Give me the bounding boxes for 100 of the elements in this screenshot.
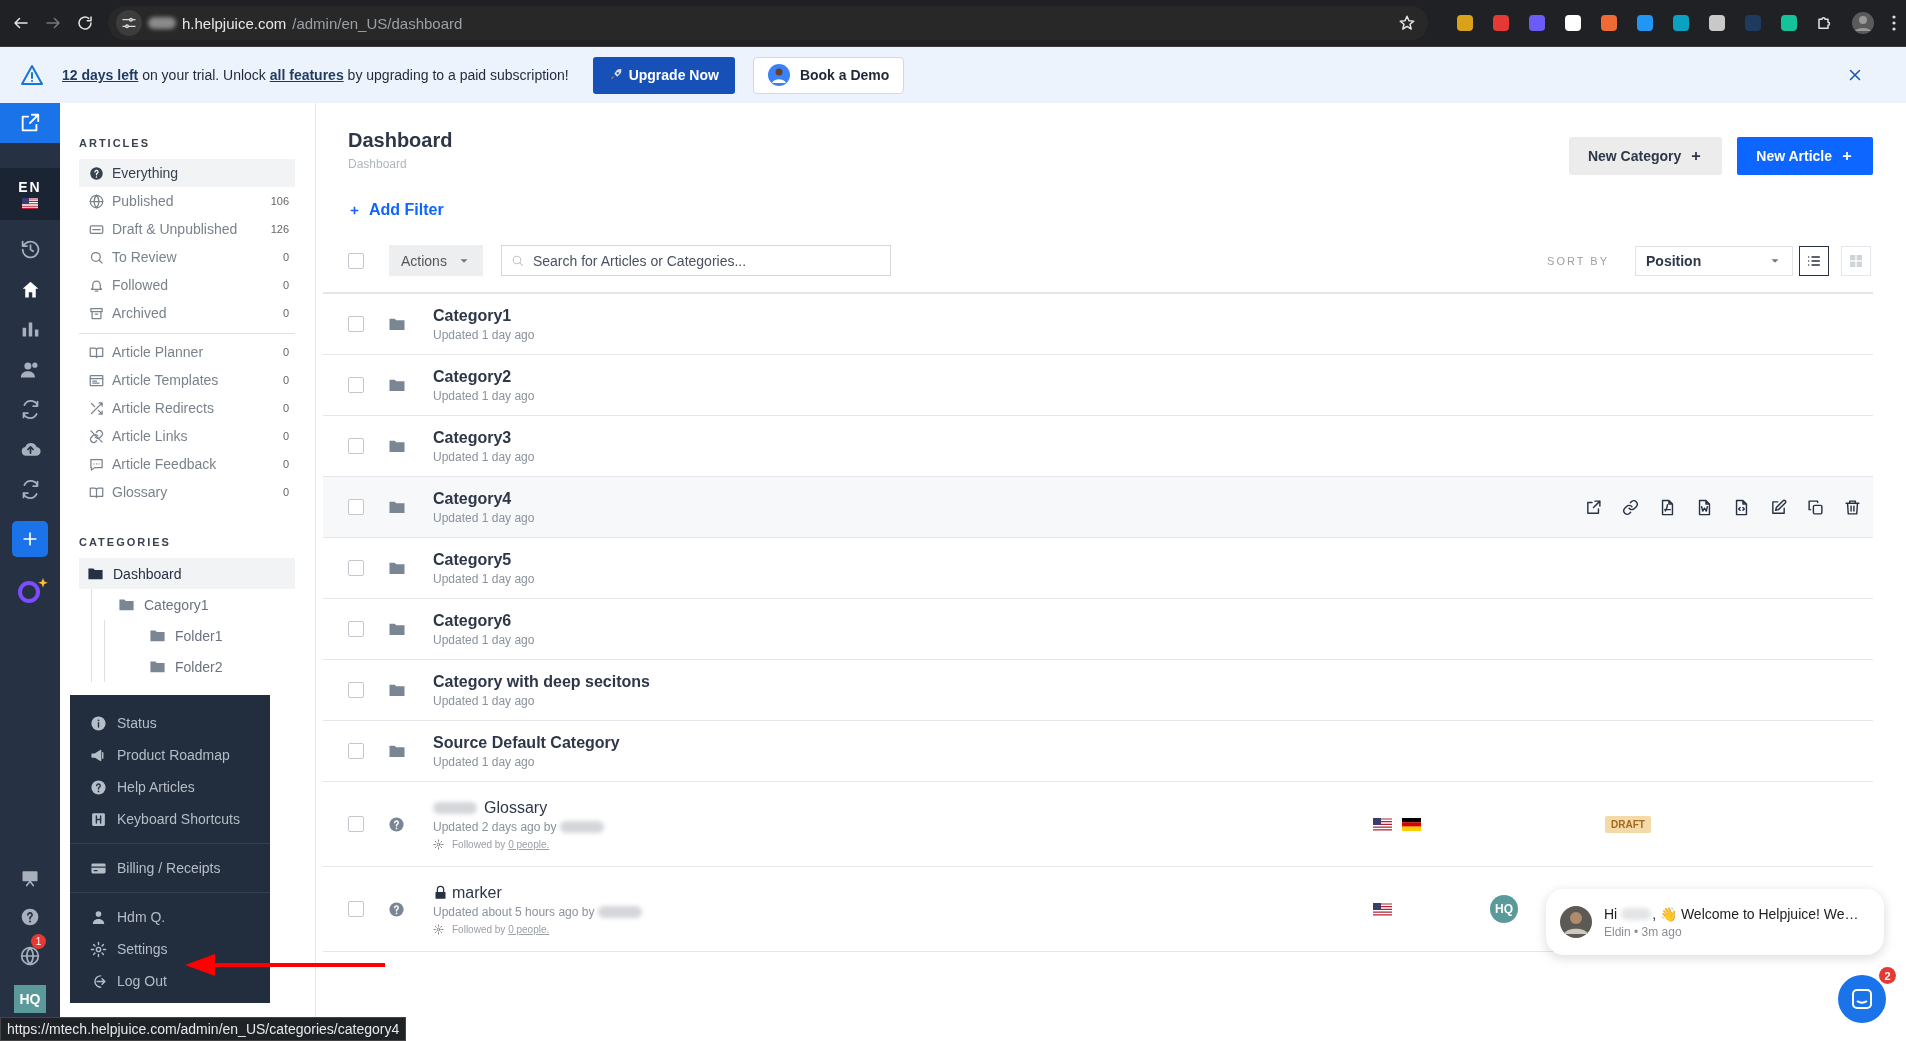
help-icon[interactable]: [20, 907, 40, 927]
menu-item[interactable]: Keyboard Shortcuts: [70, 803, 270, 835]
row-checkbox[interactable]: [348, 377, 364, 393]
add-filter-button[interactable]: Add Filter: [348, 201, 444, 219]
new-article-button[interactable]: New Article: [1737, 137, 1873, 175]
category-title-link[interactable]: Category4: [433, 489, 512, 508]
ai-assistant-icon[interactable]: [16, 576, 50, 606]
sidebar-item[interactable]: Published 106: [79, 187, 295, 215]
category-tree-item[interactable]: Folder1: [105, 620, 295, 651]
menu-item[interactable]: Log Out: [70, 965, 270, 997]
search-icon: [89, 249, 104, 265]
globe-icon: [89, 193, 104, 209]
new-category-button[interactable]: New Category: [1568, 137, 1723, 175]
chat-message-preview[interactable]: Hi , 👋 Welcome to Helpjuice! We… Eldin • 3m ago: [1546, 889, 1884, 955]
extension-icon[interactable]: [1708, 14, 1726, 32]
actions-dropdown[interactable]: Actions: [389, 245, 483, 276]
category-title-link[interactable]: Category5: [433, 550, 512, 569]
row-checkbox[interactable]: [348, 316, 364, 332]
row-checkbox[interactable]: [348, 499, 364, 515]
row-checkbox[interactable]: [348, 743, 364, 759]
link-preview-url: https://mtech.helpjuice.com/admin/en_US/categories/category4: [0, 1017, 407, 1041]
sidebar-item[interactable]: Article Templates 0: [79, 366, 295, 394]
menu-item[interactable]: Settings: [70, 933, 270, 965]
code-file-icon[interactable]: [1733, 498, 1750, 516]
sort-dropdown[interactable]: Position: [1635, 245, 1793, 276]
upgrade-now-button[interactable]: Upgrade Now: [592, 56, 735, 94]
bookmark-star-icon[interactable]: [1398, 14, 1416, 32]
us-flag-icon: [22, 198, 38, 209]
link-icon[interactable]: [1622, 498, 1639, 516]
category-title-link[interactable]: Category1: [433, 306, 512, 325]
question-icon: [89, 165, 104, 181]
category-tree-item[interactable]: Folder2: [105, 651, 295, 682]
row-checkbox[interactable]: [348, 901, 364, 917]
globe-icon[interactable]: [20, 946, 40, 966]
category-tree-item[interactable]: Category1: [92, 589, 295, 620]
history-icon[interactable]: [19, 239, 41, 260]
sidebar-item[interactable]: Everything: [79, 159, 295, 187]
sidebar-item[interactable]: Draft & Unpublished 126: [79, 215, 295, 243]
row-checkbox[interactable]: [348, 682, 364, 698]
extension-icon[interactable]: [1456, 14, 1474, 32]
keyboard-icon: [90, 810, 107, 828]
trash-icon[interactable]: [1844, 498, 1861, 516]
more-menu-icon[interactable]: [1892, 15, 1896, 31]
row-checkbox[interactable]: [348, 621, 364, 637]
copy-icon[interactable]: [1807, 498, 1824, 516]
select-all-checkbox[interactable]: [348, 252, 364, 269]
item-count: 126: [270, 223, 289, 235]
chat-message: , 👋 Welcome to Helpjuice! We…: [1652, 905, 1859, 922]
add-button[interactable]: [12, 521, 48, 557]
sidebar-item[interactable]: Article Planner 0: [79, 338, 295, 366]
unread-badge: 2: [1879, 967, 1896, 984]
edit-icon[interactable]: [1770, 498, 1787, 516]
all-features-link[interactable]: all features: [269, 67, 344, 83]
external-link-icon[interactable]: [1585, 498, 1602, 516]
book-icon: [89, 484, 104, 500]
sidebar-item[interactable]: Article Redirects 0: [79, 394, 295, 422]
book-a-demo-button[interactable]: Book a Demo: [752, 56, 905, 94]
notification-badge: 1: [31, 934, 46, 949]
menu-item[interactable]: Hdm Q.: [70, 901, 270, 933]
sidebar-item[interactable]: Archived 0: [79, 299, 295, 327]
row-checkbox[interactable]: [348, 438, 364, 454]
row-checkbox[interactable]: [348, 816, 364, 832]
article-title-link[interactable]: Glossary: [484, 798, 548, 817]
category-title-link[interactable]: Category with deep secitons: [433, 672, 650, 691]
comment-icon: [89, 456, 104, 472]
days-left-link[interactable]: 12 days left: [62, 67, 139, 83]
document-file-icon[interactable]: [1696, 498, 1713, 516]
person-avatar: [767, 64, 790, 86]
sidebar-item[interactable]: Followed 0: [79, 271, 295, 299]
presentation-icon[interactable]: [20, 868, 40, 888]
menu-item[interactable]: Help Articles: [70, 771, 270, 803]
menu-item[interactable]: Billing / Receipts: [70, 852, 270, 884]
search-field[interactable]: Search for Articles or Categories...: [500, 245, 891, 276]
menu-item[interactable]: Status: [70, 707, 270, 739]
sidebar-item[interactable]: Glossary 0: [79, 478, 295, 506]
sidebar-item[interactable]: Article Feedback 0: [79, 450, 295, 478]
extension-icon[interactable]: [1564, 14, 1582, 32]
category-title-link[interactable]: Category3: [433, 428, 512, 447]
extension-icon[interactable]: [1780, 14, 1798, 32]
sidebar-item[interactable]: To Review 0: [79, 243, 295, 271]
row-checkbox[interactable]: [348, 560, 364, 576]
address-bar[interactable]: h.helpjuice.com /admin/en_US/dashboard: [108, 6, 1428, 40]
category-title-link[interactable]: Category6: [433, 611, 512, 630]
sidebar-item[interactable]: Article Links 0: [79, 422, 295, 450]
category-tree-item[interactable]: Dashboard: [79, 558, 295, 589]
article-title-link[interactable]: marker: [452, 883, 502, 902]
section-heading: ARTICLES: [79, 137, 151, 149]
category-title-link[interactable]: Category2: [433, 367, 512, 386]
site-info-icon[interactable]: [121, 15, 137, 31]
category-title-link[interactable]: Source Default Category: [433, 733, 620, 752]
question-icon: [388, 815, 405, 833]
menu-item[interactable]: Product Roadmap: [70, 739, 270, 771]
list-view-button[interactable]: [1799, 245, 1829, 276]
template-icon: [89, 372, 104, 388]
language-switcher[interactable]: EN: [0, 168, 60, 220]
profile-avatar[interactable]: [1852, 12, 1874, 34]
open-site-button[interactable]: [0, 103, 60, 143]
reload-icon[interactable]: [76, 14, 94, 32]
chat-launcher-button[interactable]: [1838, 975, 1886, 1023]
pdf-file-icon[interactable]: [1659, 498, 1676, 516]
